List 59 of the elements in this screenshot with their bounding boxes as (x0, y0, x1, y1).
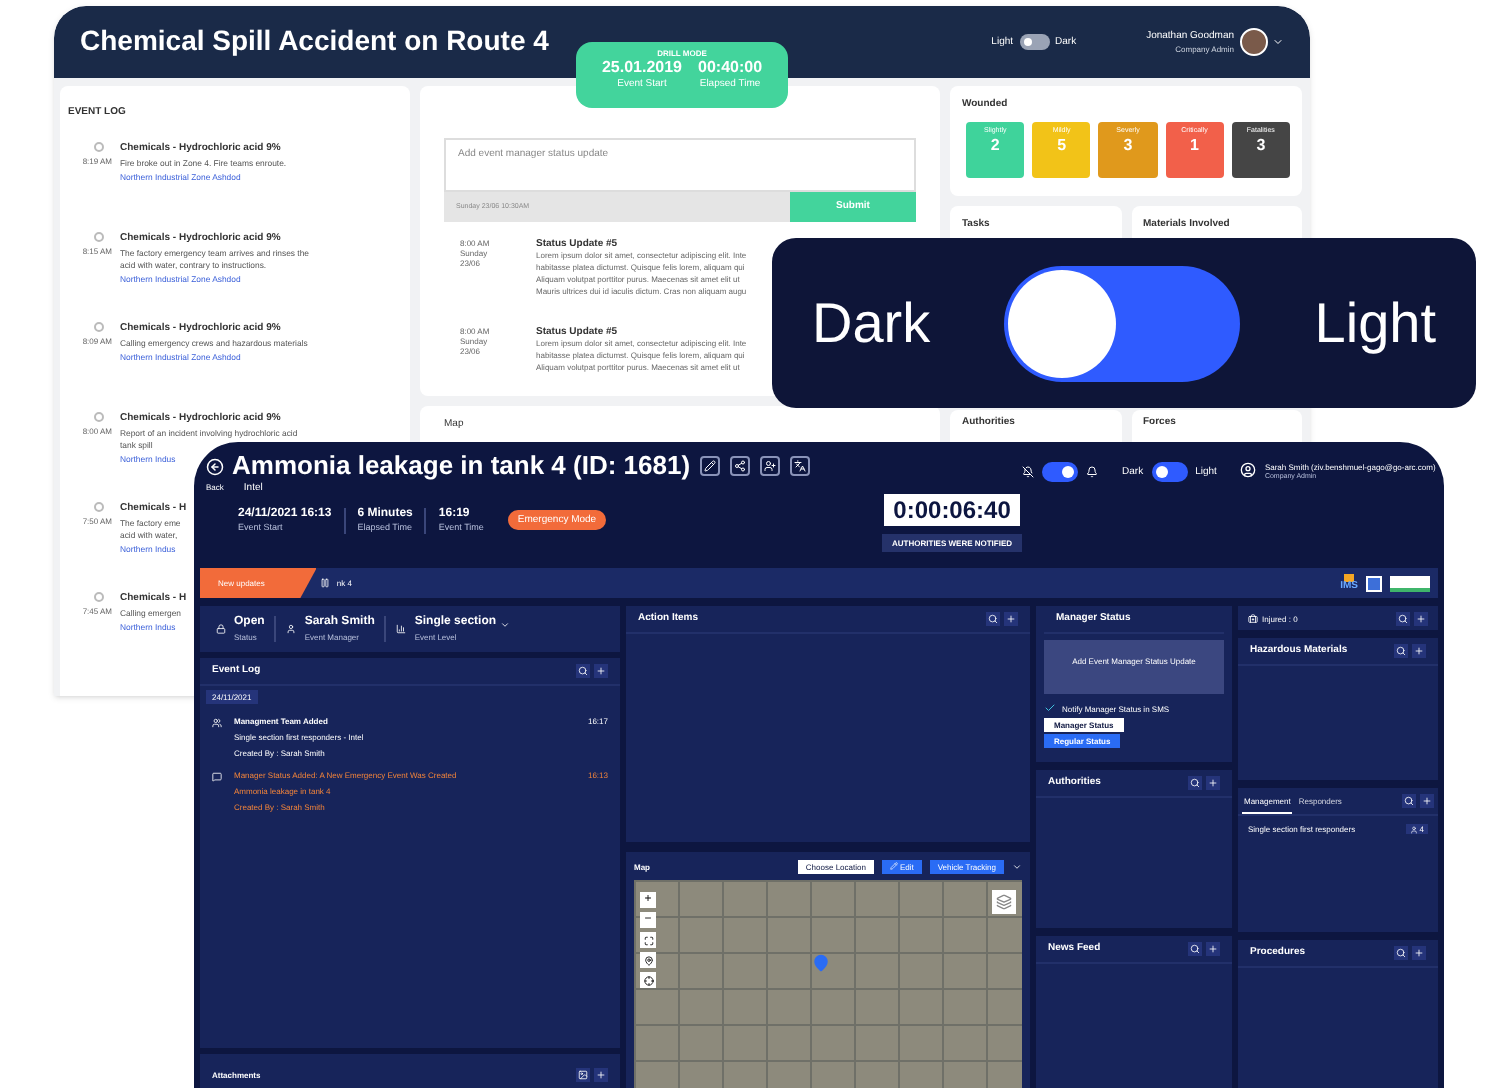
bell-icon (1086, 466, 1099, 478)
lock-icon (216, 624, 226, 634)
notify-checkbox[interactable] (1044, 702, 1056, 714)
search-button[interactable] (1394, 644, 1408, 658)
theme-toggle[interactable] (1019, 34, 1050, 50)
add-button[interactable] (1412, 946, 1426, 960)
tile-count: 3 (1256, 135, 1266, 156)
caret-icon (1012, 861, 1022, 871)
bar-chart-icon (396, 624, 407, 634)
search-button[interactable] (986, 612, 1000, 626)
toggle-label: Dark (812, 290, 931, 358)
bell-off-icon (1022, 466, 1035, 478)
people-icon (212, 718, 222, 729)
translate-button[interactable] (790, 456, 811, 477)
user-icon (1240, 462, 1257, 478)
search-button[interactable] (1396, 611, 1410, 625)
tile-count: 2 (990, 135, 1000, 156)
person-icon (286, 624, 297, 634)
tile-count: 5 (1057, 135, 1067, 156)
add-button[interactable] (1412, 644, 1426, 658)
pencil-icon (889, 862, 898, 870)
elapsed-timer: 0:00:06:40 (883, 494, 1021, 526)
avatar[interactable] (1240, 28, 1268, 56)
badge-value: 25.01.2019 (601, 58, 682, 78)
kit-icon (1248, 613, 1258, 623)
alert-toggle[interactable] (1042, 462, 1079, 482)
add-user-button[interactable] (760, 456, 781, 477)
add-button[interactable] (1004, 612, 1018, 626)
edit-button[interactable] (700, 456, 721, 477)
locate-button[interactable] (640, 972, 656, 988)
search-button[interactable] (1394, 946, 1408, 960)
chat-icon (212, 772, 222, 783)
add-button[interactable] (1206, 776, 1220, 790)
toggle-label: Light (1314, 290, 1436, 358)
add-button[interactable] (1420, 794, 1434, 808)
search-button[interactable] (576, 664, 590, 678)
chevron-icon (500, 619, 511, 629)
window-title: Ammonia leakage in tank 4 (ID: 1681) (232, 450, 691, 482)
theme-toggle[interactable] (1151, 462, 1188, 482)
search-button[interactable] (1188, 942, 1202, 956)
tile-count: 1 (1189, 135, 1199, 156)
search-button[interactable] (1402, 794, 1416, 808)
back-icon (206, 457, 224, 476)
fullscreen-button[interactable] (640, 932, 656, 948)
add-button[interactable] (1414, 611, 1428, 625)
pause-icon (320, 578, 331, 588)
image-button[interactable] (576, 1067, 590, 1081)
layers-button[interactable] (992, 890, 1016, 914)
search-button[interactable] (1188, 776, 1202, 790)
add-button[interactable] (1206, 942, 1220, 956)
window-title: Chemical Spill Accident on Route 4 (80, 24, 549, 60)
tile-count: 3 (1123, 135, 1133, 156)
share-button[interactable] (730, 456, 751, 477)
map-marker-icon (812, 952, 830, 974)
pin-button[interactable] (640, 952, 656, 968)
chevron-icon (1272, 36, 1284, 48)
add-button[interactable] (594, 1067, 608, 1081)
add-button[interactable] (594, 664, 608, 678)
badge-value: 00:40:00 (698, 58, 763, 78)
